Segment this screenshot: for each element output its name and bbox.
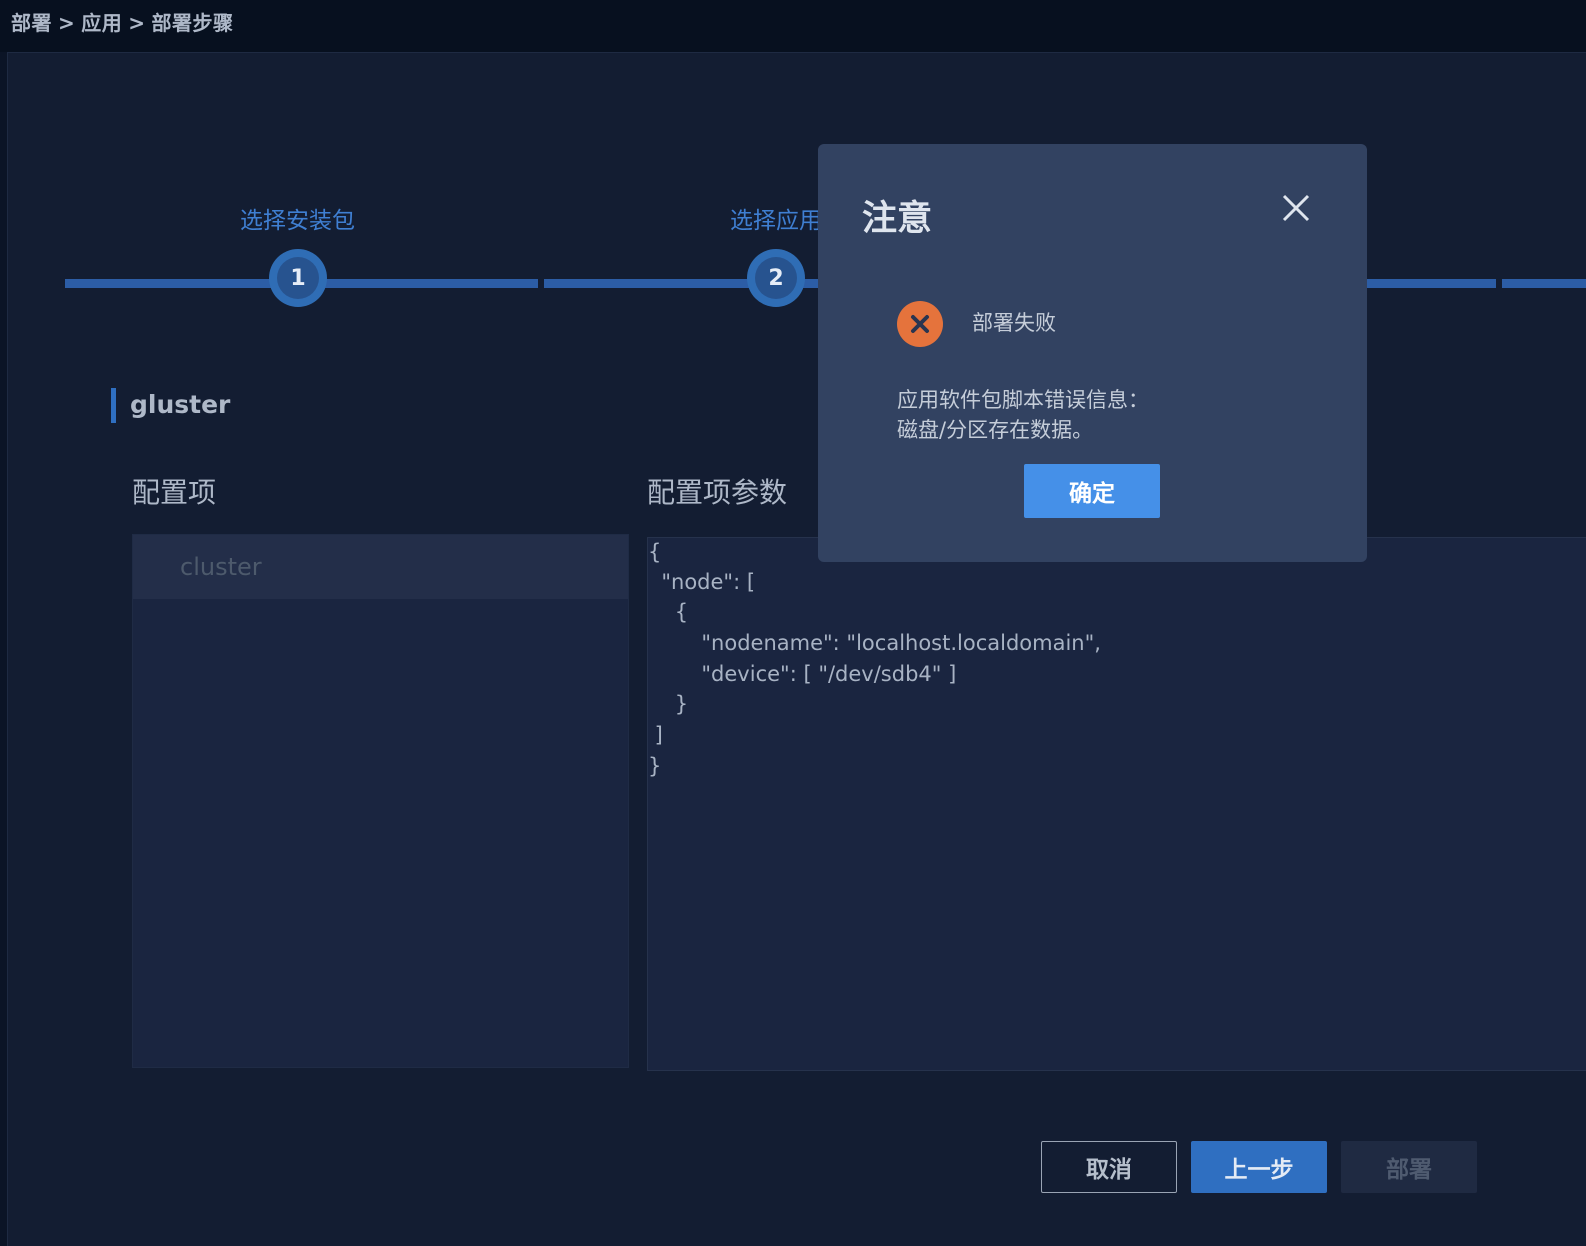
- step-line-3: [1348, 279, 1496, 288]
- step-circle-2: 2: [747, 249, 805, 307]
- code-line: }: [648, 692, 689, 716]
- config-params-editor[interactable]: { "node": [ { "nodename": "localhost.loc…: [647, 537, 1586, 1071]
- confirm-button[interactable]: 确定: [1024, 464, 1160, 518]
- code-line: "device": [ "/dev/sdb4" ]: [648, 662, 957, 686]
- error-icon: [897, 301, 943, 347]
- prev-step-button[interactable]: 上一步: [1191, 1141, 1327, 1193]
- step-label-2: 选择应用: [730, 208, 822, 234]
- code-line: "node": [: [648, 570, 756, 594]
- code-line: }: [648, 754, 662, 778]
- breadcrumb: 部署 > 应用 > 部署步骤: [11, 7, 234, 36]
- breadcrumb-item-deploy[interactable]: 部署: [11, 11, 52, 35]
- deploy-button: 部署: [1341, 1141, 1477, 1193]
- step-line-4: [1502, 279, 1586, 288]
- step-circle-1: 1: [269, 249, 327, 307]
- breadcrumb-separator: >: [128, 11, 146, 35]
- top-bar: 部署 > 应用 > 部署步骤: [0, 0, 1586, 52]
- error-detail-line: 磁盘/分区存在数据。: [897, 418, 1094, 442]
- dialog-title: 注意: [862, 199, 933, 239]
- code-line: {: [648, 600, 689, 624]
- config-item-cluster[interactable]: cluster: [133, 535, 628, 599]
- step-number-2: 2: [755, 257, 797, 299]
- status-message: 部署失败: [972, 311, 1056, 335]
- code-line: "nodename": "localhost.localdomain",: [648, 631, 1101, 655]
- section-title: gluster: [130, 390, 231, 419]
- step-number-1: 1: [277, 257, 319, 299]
- notice-dialog: 注意 部署失败 应用软件包脚本错误信息： 磁盘/分区存在数据。 确定: [818, 144, 1367, 562]
- code-line: {: [648, 540, 662, 564]
- error-detail-line: 应用软件包脚本错误信息：: [897, 388, 1149, 412]
- config-list-title: 配置项: [132, 476, 217, 509]
- step-label-1: 选择安装包: [240, 208, 355, 234]
- code-line: ]: [648, 723, 663, 747]
- breadcrumb-separator: >: [58, 11, 76, 35]
- config-list: cluster: [132, 534, 629, 1068]
- breadcrumb-item-app[interactable]: 应用: [81, 11, 122, 35]
- config-params-title: 配置项参数: [647, 476, 788, 509]
- breadcrumb-item-steps: 部署步骤: [151, 11, 234, 35]
- section-accent-bar: [111, 388, 116, 423]
- cancel-button[interactable]: 取消: [1041, 1141, 1177, 1193]
- close-icon[interactable]: [1280, 192, 1312, 224]
